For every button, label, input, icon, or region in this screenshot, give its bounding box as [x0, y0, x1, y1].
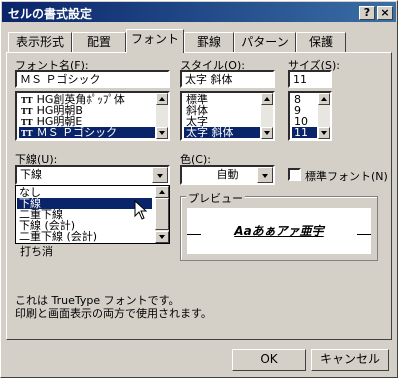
- size-list[interactable]: 8 9 10 11: [288, 91, 332, 141]
- strikethrough-checkbox-label: 打ち消: [20, 245, 53, 258]
- style-list-scrollbar[interactable]: [261, 93, 273, 139]
- style-input[interactable]: 太字 斜体: [180, 70, 275, 88]
- arrow-down-icon: [321, 131, 327, 135]
- preview-box: Aaあぁアァ亜宇: [187, 208, 371, 254]
- font-description-line2: 印刷と画面表示の両方で使用されます。: [15, 307, 212, 320]
- cancel-button[interactable]: キャンセル: [311, 349, 389, 371]
- scroll-up-button[interactable]: [261, 93, 273, 105]
- title-bar: セルの書式設定 ? ×: [2, 2, 396, 22]
- style-list-item-selected[interactable]: 太字 斜体: [184, 127, 260, 138]
- normal-font-label: 標準フォント(N): [305, 170, 388, 183]
- tab-alignment[interactable]: 配置: [72, 32, 126, 52]
- scroll-down-button[interactable]: [318, 127, 330, 139]
- arrow-up-icon: [321, 97, 327, 101]
- underline-option[interactable]: 二重下線 (会計): [17, 231, 152, 242]
- preview-sample-text: Aaあぁアァ亜宇: [234, 224, 324, 238]
- scroll-down-button[interactable]: [261, 127, 273, 139]
- scroll-down-button[interactable]: [155, 231, 169, 243]
- scroll-up-button[interactable]: [318, 93, 330, 105]
- tab-font[interactable]: フォント: [126, 29, 184, 53]
- arrow-up-icon: [159, 190, 165, 194]
- scroll-up-button[interactable]: [156, 93, 168, 105]
- chevron-down-icon: [262, 174, 268, 178]
- tab-protection[interactable]: 保護: [296, 32, 346, 52]
- font-name-input[interactable]: ＭＳ Ｐゴシック: [15, 70, 170, 88]
- style-list[interactable]: 標準 斜体 太字 太字 斜体: [180, 91, 275, 141]
- tab-pattern[interactable]: パターン: [234, 32, 296, 52]
- scroll-thumb[interactable]: [155, 198, 169, 230]
- chevron-down-icon: [157, 174, 163, 178]
- preview-label: プレビュー: [186, 190, 245, 206]
- underline-select[interactable]: 下線: [15, 165, 170, 185]
- underline-value: 下線: [20, 168, 42, 181]
- font-list-item-selected[interactable]: TT ＭＳ Ｐゴシック: [19, 127, 155, 138]
- underline-list-scrollbar[interactable]: [155, 186, 169, 243]
- tab-border[interactable]: 罫線: [184, 32, 234, 52]
- font-list-scrollbar[interactable]: [156, 93, 168, 139]
- arrow-down-icon: [264, 131, 270, 135]
- size-list-item-selected[interactable]: 11: [292, 127, 317, 138]
- arrow-down-icon: [159, 131, 165, 135]
- arrow-up-icon: [264, 97, 270, 101]
- scroll-up-button[interactable]: [155, 186, 169, 198]
- size-input[interactable]: 11: [288, 70, 332, 88]
- arrow-down-icon: [159, 235, 165, 239]
- mouse-cursor-icon: [134, 200, 148, 220]
- help-button[interactable]: ?: [359, 6, 375, 20]
- scroll-down-button[interactable]: [156, 127, 168, 139]
- normal-font-checkbox[interactable]: [288, 168, 301, 181]
- arrow-up-icon: [159, 97, 165, 101]
- underline-dropdown-button[interactable]: [152, 167, 168, 183]
- color-dropdown-button[interactable]: [257, 167, 273, 183]
- window-title: セルの書式設定: [8, 7, 93, 21]
- tab-number-format[interactable]: 表示形式: [8, 32, 72, 52]
- close-button[interactable]: ×: [377, 6, 393, 20]
- ok-button[interactable]: OK: [232, 349, 306, 371]
- truetype-icon: TT: [21, 128, 33, 138]
- font-name-list[interactable]: TT HG創英角ﾎﾟｯﾌﾟ体 TT HG明朝B TT HG明朝E TT ＭＳ Ｐゴシック: [15, 91, 170, 141]
- size-list-scrollbar[interactable]: [318, 93, 330, 139]
- color-value: 自動: [216, 168, 239, 181]
